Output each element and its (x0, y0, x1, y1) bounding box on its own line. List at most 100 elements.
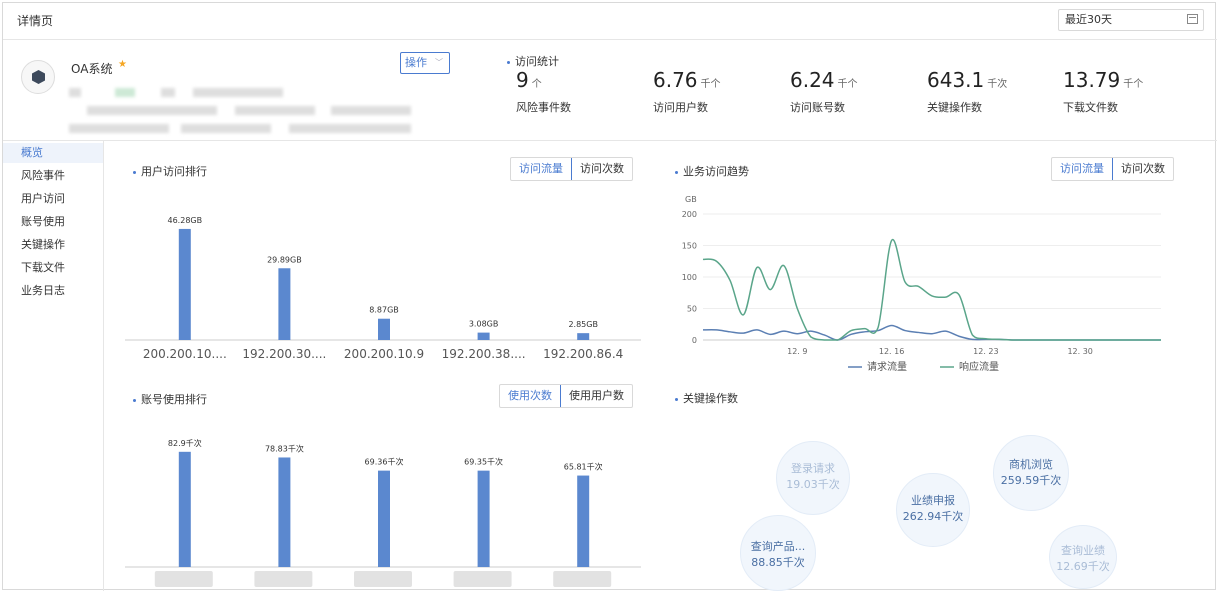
series-line (702, 239, 1161, 341)
stat-unit: 千个 (1123, 79, 1144, 90)
redacted-text (193, 88, 283, 97)
data-label: 69.36千次 (365, 457, 404, 467)
data-label: 78.83千次 (265, 443, 304, 453)
data-label: 8.87GB (369, 306, 399, 315)
bubble-value: 88.85千次 (751, 556, 805, 569)
bullet-icon (133, 398, 136, 402)
data-label: 2.85GB (568, 320, 598, 329)
sidebar-item-user-access[interactable]: 用户访问 (3, 189, 103, 209)
bar (378, 470, 390, 567)
x-tick-label: 192.200.30.... (242, 347, 326, 361)
key-ops-title: 关键操作数 (675, 390, 738, 406)
actions-dropdown[interactable]: 操作 ﹀ (400, 52, 450, 74)
bubble-performance-query[interactable]: 查询业绩 12.69千次 (1049, 525, 1117, 589)
tab-visits[interactable]: 访问次数 (1113, 158, 1173, 180)
stat-value: 6.24 (790, 68, 835, 92)
redacted-text (69, 124, 169, 133)
bar (477, 332, 490, 340)
sidebar-item-downloads[interactable]: 下载文件 (3, 258, 103, 278)
chevron-down-icon: ﹀ (435, 58, 443, 67)
page-title: 详情页 (17, 14, 54, 28)
sidebar-item-business-log[interactable]: 业务日志 (3, 281, 103, 301)
bubble-name: 业绩申报 (911, 494, 955, 507)
calendar-icon (1187, 14, 1198, 24)
tab-usage-users[interactable]: 使用用户数 (561, 385, 632, 407)
stat-risk-events[interactable]: 9个 风险事件数 (516, 68, 571, 114)
stat-unit: 千次 (987, 79, 1008, 90)
stat-users[interactable]: 6.76 千个 访问用户数 (653, 68, 721, 114)
bubble-opportunity-browse[interactable]: 商机浏览 259.59千次 (993, 435, 1069, 511)
x-tick-label: 192.200.38.... (442, 347, 526, 361)
legend-label: 请求流量 (867, 360, 907, 373)
redacted-text (235, 106, 315, 115)
stat-downloads[interactable]: 13.79 千个 下载文件数 (1063, 68, 1144, 114)
bullet-icon (507, 60, 510, 64)
sidebar-item-account-usage[interactable]: 账号使用 (3, 212, 103, 232)
data-label: 3.08GB (469, 320, 499, 329)
tab-visits[interactable]: 访问次数 (572, 158, 632, 180)
bubble-product-query[interactable]: 查询产品... 88.85千次 (740, 515, 816, 591)
stat-value: 6.76 (653, 68, 698, 92)
x-tick-label: 12. 30 (1067, 347, 1092, 356)
stat-unit: 千个 (700, 79, 721, 90)
cube-icon (32, 70, 45, 84)
redacted-label (553, 571, 612, 587)
y-unit-label: GB (685, 195, 697, 204)
bubble-name: 登录请求 (791, 462, 835, 475)
stat-label: 下载文件数 (1063, 101, 1118, 114)
redacted-text (289, 124, 411, 133)
stat-accounts[interactable]: 6.24 千个 访问账号数 (790, 68, 858, 114)
stat-label: 关键操作数 (927, 101, 982, 114)
system-header: OA系统 ★ 操作 ﹀ 访问统计 9个 风险事件数 6.76 千个 访问用户数 6… (3, 40, 1217, 141)
date-range-value: 最近30天 (1065, 13, 1112, 26)
data-label: 69.35千次 (464, 457, 503, 467)
date-range-picker[interactable]: 最近30天 (1058, 9, 1204, 31)
sidebar-item-overview[interactable]: 概览 (3, 143, 103, 163)
account-rank-title-text: 账号使用排行 (141, 393, 207, 406)
sidebar-item-key-operations[interactable]: 关键操作 (3, 235, 103, 255)
bubble-value: 12.69千次 (1056, 560, 1110, 573)
data-label: 82.9千次 (168, 438, 202, 448)
bubble-value: 262.94千次 (902, 510, 964, 523)
tab-usage-count[interactable]: 使用次数 (500, 385, 561, 407)
bubble-login-request[interactable]: 登录请求 19.03千次 (776, 441, 850, 515)
bubble-performance-report[interactable]: 业绩申报 262.94千次 (896, 473, 970, 547)
detail-page: 详情页 最近30天 OA系统 ★ 操作 ﹀ 访问统计 9个 风险事件数 6.76 (2, 2, 1217, 591)
redacted-text (87, 106, 217, 115)
tab-traffic[interactable]: 访问流量 (1052, 158, 1113, 180)
stat-key-operations[interactable]: 643.1 千次 关键操作数 (927, 68, 1008, 114)
bar (278, 457, 291, 567)
sidebar: 概览 风险事件 用户访问 账号使用 关键操作 下载文件 业务日志 (3, 141, 104, 591)
bar (577, 333, 590, 340)
stat-value: 13.79 (1063, 68, 1121, 92)
data-label: 29.89GB (267, 255, 302, 264)
y-tick-label: 100 (682, 273, 697, 282)
redacted-text (69, 88, 81, 97)
account-rank-tabs: 使用次数 使用用户数 (499, 384, 633, 408)
tab-traffic[interactable]: 访问流量 (511, 158, 572, 180)
bar (577, 475, 590, 567)
bubble-value: 259.59千次 (1000, 474, 1062, 487)
stat-label: 访问用户数 (653, 101, 708, 114)
sidebar-item-risk-events[interactable]: 风险事件 (3, 166, 103, 186)
x-tick-label: 12. 9 (787, 347, 807, 356)
bullet-icon (133, 170, 136, 174)
top-bar: 详情页 最近30天 (3, 3, 1217, 40)
trend-title-text: 业务访问趋势 (683, 165, 749, 178)
account-rank-chart: 82.9千次 78.83千次 69.36千次 69.35千次 65.81千次 (125, 438, 641, 587)
trend-title: 业务访问趋势 (675, 163, 749, 179)
series-line (702, 324, 1161, 341)
bar (378, 318, 390, 340)
redacted-label (453, 571, 512, 587)
bullet-icon (675, 170, 678, 174)
user-rank-title: 用户访问排行 (133, 163, 207, 179)
bubble-name: 查询产品... (750, 540, 806, 553)
y-tick-label: 150 (682, 242, 697, 251)
x-tick-label: 12. 16 (879, 347, 904, 356)
data-label: 46.28GB (168, 216, 203, 225)
system-logo (21, 60, 55, 94)
user-rank-tabs: 访问流量 访问次数 (510, 157, 633, 181)
star-icon[interactable]: ★ (118, 59, 127, 70)
redacted-text (181, 124, 271, 133)
account-rank-title: 账号使用排行 (133, 391, 207, 407)
